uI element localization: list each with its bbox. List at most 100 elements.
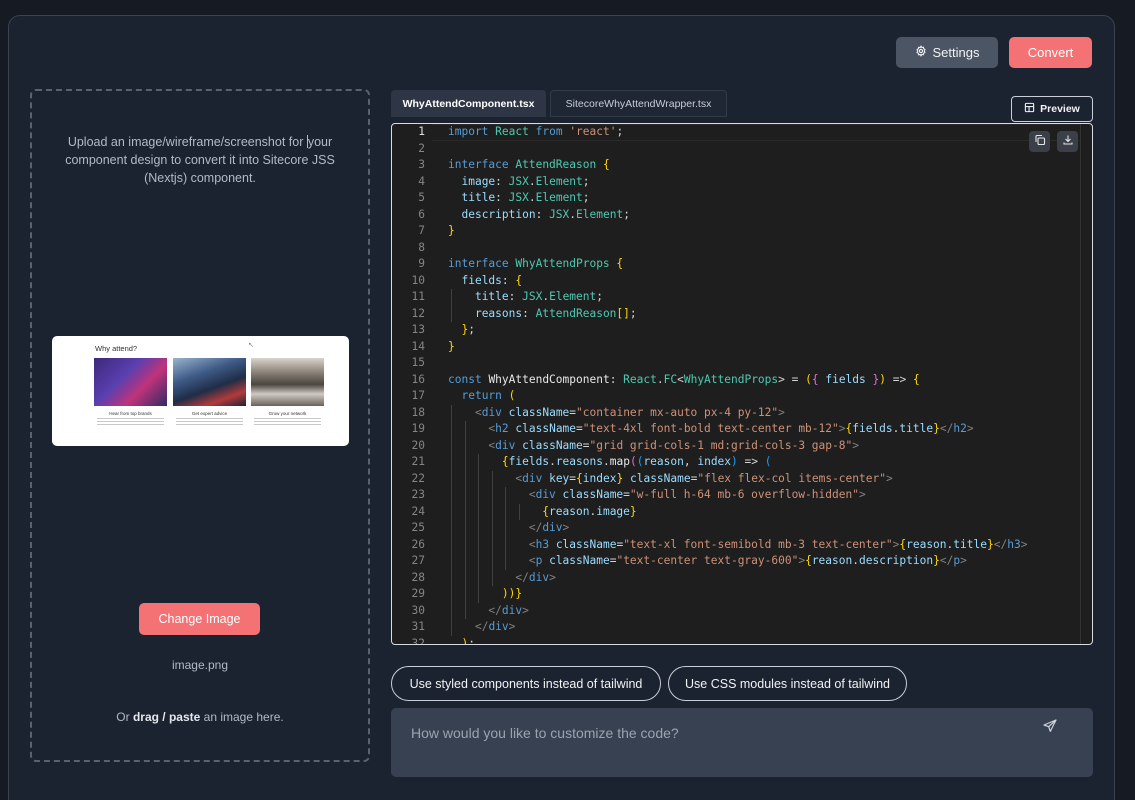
code-line: 5 title: JSX.Element; (392, 190, 1080, 207)
line-number: 27 (411, 554, 425, 567)
customize-prompt-input[interactable] (411, 722, 1031, 744)
code-text: } (448, 339, 455, 353)
code-text: <h3 className="text-xl font-semibold mb-… (528, 537, 1028, 551)
line-number: 21 (411, 455, 425, 468)
preview-photo-2 (173, 358, 246, 406)
code-text: ))} (501, 587, 523, 600)
line-number: 26 (411, 537, 425, 551)
copy-icon (1034, 133, 1046, 151)
line-number: 10 (411, 273, 425, 287)
settings-button[interactable]: Settings (896, 37, 998, 68)
code-text: }; (461, 323, 475, 336)
line-number: 24 (411, 504, 425, 518)
code-line: 8 (392, 240, 1080, 257)
code-text: image: JSX.Element; (461, 174, 590, 188)
line-number: 12 (411, 306, 425, 320)
uploaded-image-preview: Why attend? ↖ Hear from top brands Get e… (52, 336, 349, 446)
code-text: import React from 'react'; (448, 125, 624, 138)
suggestion-css-modules[interactable]: Use CSS modules instead of tailwind (668, 666, 907, 701)
code-lines: 1 import React from 'react'; 2 3 interface A… (392, 124, 1080, 645)
drag-hint-bold: drag / paste (132, 710, 201, 724)
download-icon (1062, 133, 1074, 151)
line-number: 19 (411, 422, 425, 435)
line-number: 23 (411, 488, 425, 501)
preview-button[interactable]: Preview (1011, 96, 1093, 122)
prompt-box (391, 708, 1093, 777)
convert-button[interactable]: Convert (1009, 37, 1092, 68)
code-line: 28 </div> (392, 569, 1080, 586)
code-text: <p className="text-center text-gray-600"… (528, 554, 967, 567)
code-line: 29 ))} (392, 586, 1080, 603)
code-line: 9 interface WhyAttendProps { (392, 256, 1080, 273)
code-line: 26 <h3 className="text-xl font-semibold … (392, 536, 1080, 553)
line-number: 29 (411, 587, 425, 600)
line-number: 32 (411, 636, 425, 645)
line-number: 16 (411, 372, 425, 386)
preview-photo-3 (251, 358, 324, 406)
preview-photo-1 (94, 358, 167, 406)
send-button[interactable] (1039, 717, 1061, 739)
code-line: 20 <div className="grid grid-cols-1 md:g… (392, 437, 1080, 454)
line-number: 18 (411, 405, 425, 419)
code-text: description: JSX.Element; (461, 207, 630, 221)
drag-hint: Or drag / paste an image here. (32, 710, 368, 724)
copy-code-button[interactable] (1029, 131, 1050, 152)
line-number: 7 (418, 224, 425, 237)
code-text: return ( (461, 389, 516, 402)
code-text: {reason.image} (542, 504, 637, 518)
file-name: image.png (171, 658, 229, 672)
code-text: interface AttendReason { (448, 158, 610, 171)
code-text: <div className="w-full h-64 mb-6 overflo… (528, 488, 866, 501)
code-text: </div> (488, 603, 529, 617)
line-number: 17 (411, 389, 425, 402)
line-number: 25 (411, 521, 425, 534)
code-line: 19 <h2 className="text-4xl font-bold tex… (392, 421, 1080, 438)
code-text: </div> (474, 620, 516, 633)
code-editor[interactable]: 1 import React from 'react'; 2 3 interface A… (391, 123, 1093, 645)
upload-instructions-text-a: Upload an image/wireframe/screenshot for (67, 135, 307, 149)
code-text: </div> (515, 570, 556, 584)
line-number: 14 (411, 339, 425, 353)
code-line: 30 </div> (392, 602, 1080, 619)
line-number: 31 (411, 620, 425, 633)
editor-scrollbar[interactable] (1080, 124, 1092, 644)
line-number: 20 (411, 438, 425, 452)
tab-why-attend-component[interactable]: WhyAttendComponent.tsx (391, 90, 546, 117)
code-line: 7} (392, 223, 1080, 240)
code-text: ); (461, 636, 475, 645)
code-line: 32 ); (392, 636, 1080, 645)
preview-caption-2: Get expert advice (191, 411, 228, 416)
code-text: </div> (528, 521, 570, 534)
preview-description-1 (97, 418, 164, 426)
code-line: 17 return ( (392, 388, 1080, 405)
code-line: 25 </div> (392, 520, 1080, 537)
line-number: 13 (411, 323, 425, 336)
code-text: <div key={index} className="flex flex-co… (515, 471, 893, 485)
download-code-button[interactable] (1057, 131, 1078, 152)
line-number: 2 (418, 141, 425, 155)
change-image-button[interactable]: Change Image (139, 603, 260, 635)
code-text: } (448, 224, 455, 237)
code-text: <div className="grid grid-cols-1 md:grid… (488, 438, 859, 452)
code-line: 22 <div key={index} className="flex flex… (392, 470, 1080, 487)
tab-sitecore-wrapper[interactable]: SitecoreWhyAttendWrapper.tsx (550, 90, 727, 117)
code-line: 21 {fields.reasons.map((reason, index) =… (392, 454, 1080, 471)
code-line: 16 const WhyAttendComponent: React.FC<Why… (392, 372, 1080, 389)
suggestion-styled-components[interactable]: Use styled components instead of tailwin… (391, 666, 661, 701)
code-text: {fields.reasons.map((reason, index) => ( (501, 455, 772, 468)
code-text: const WhyAttendComponent: React.FC<WhyAt… (448, 372, 920, 386)
line-number: 8 (418, 240, 425, 254)
line-number: 28 (411, 570, 425, 584)
code-text: title: JSX.Element; (461, 191, 590, 204)
code-line: 23 <div className="w-full h-64 mb-6 over… (392, 487, 1080, 504)
layout-icon (1024, 102, 1035, 116)
preview-label: Preview (1040, 103, 1080, 115)
code-line: 4 image: JSX.Element; (392, 174, 1080, 191)
code-line: 24 {reason.image} (392, 503, 1080, 520)
upload-dropzone[interactable]: Upload an image/wireframe/screenshot for… (30, 89, 370, 762)
line-number: 15 (411, 356, 425, 369)
code-line: 11 title: JSX.Element; (392, 289, 1080, 306)
code-line: 1 import React from 'react'; (392, 124, 1080, 141)
code-line: 14} (392, 339, 1080, 356)
code-line: 10 fields: { (392, 273, 1080, 290)
